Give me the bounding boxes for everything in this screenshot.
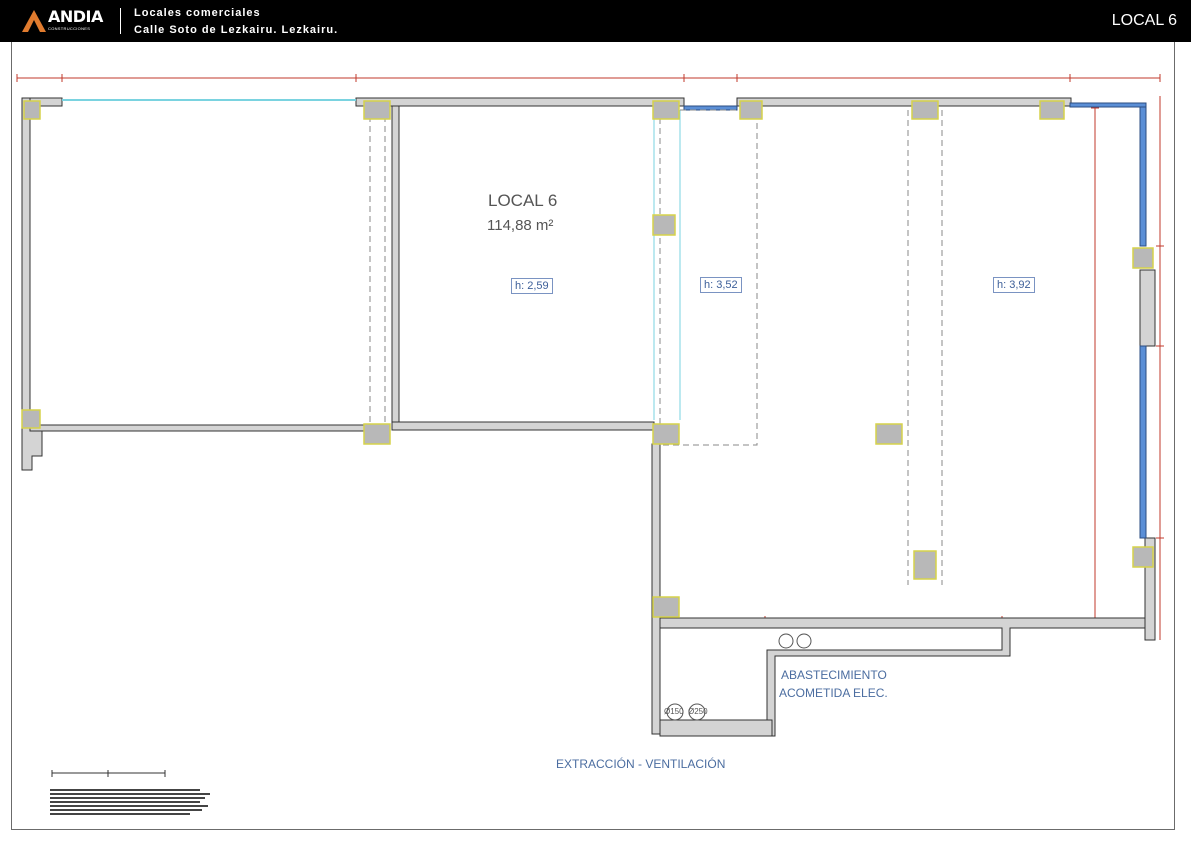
right-dimension-line xyxy=(1156,96,1164,640)
extraction-label: EXTRACCIÓN - VENTILACIÓN xyxy=(556,757,726,771)
ceiling-height-label: h: 3,92 xyxy=(993,277,1035,293)
top-dimension-line xyxy=(16,74,1161,82)
supply-label: ABASTECIMIENTO xyxy=(781,668,887,682)
room-name: LOCAL 6 xyxy=(488,191,558,210)
disclaimer-notes xyxy=(50,789,210,817)
duct-label: Ø150 xyxy=(664,707,684,716)
ceiling-height-label: h: 2,59 xyxy=(511,278,553,294)
columns xyxy=(21,100,1154,618)
inner-dimension-line xyxy=(1091,107,1099,629)
ceiling-height-label: h: 3,52 xyxy=(700,277,742,293)
scale-bar xyxy=(51,770,166,777)
electric-supply-circles xyxy=(778,633,812,649)
walls xyxy=(21,97,1156,737)
room-area: 114,88 m² xyxy=(487,217,554,234)
floor-plan xyxy=(16,74,1164,777)
duct-label: Ø250 xyxy=(688,707,708,716)
glazing xyxy=(683,102,1147,539)
electric-connection-label: ACOMETIDA ELEC. xyxy=(779,686,888,700)
